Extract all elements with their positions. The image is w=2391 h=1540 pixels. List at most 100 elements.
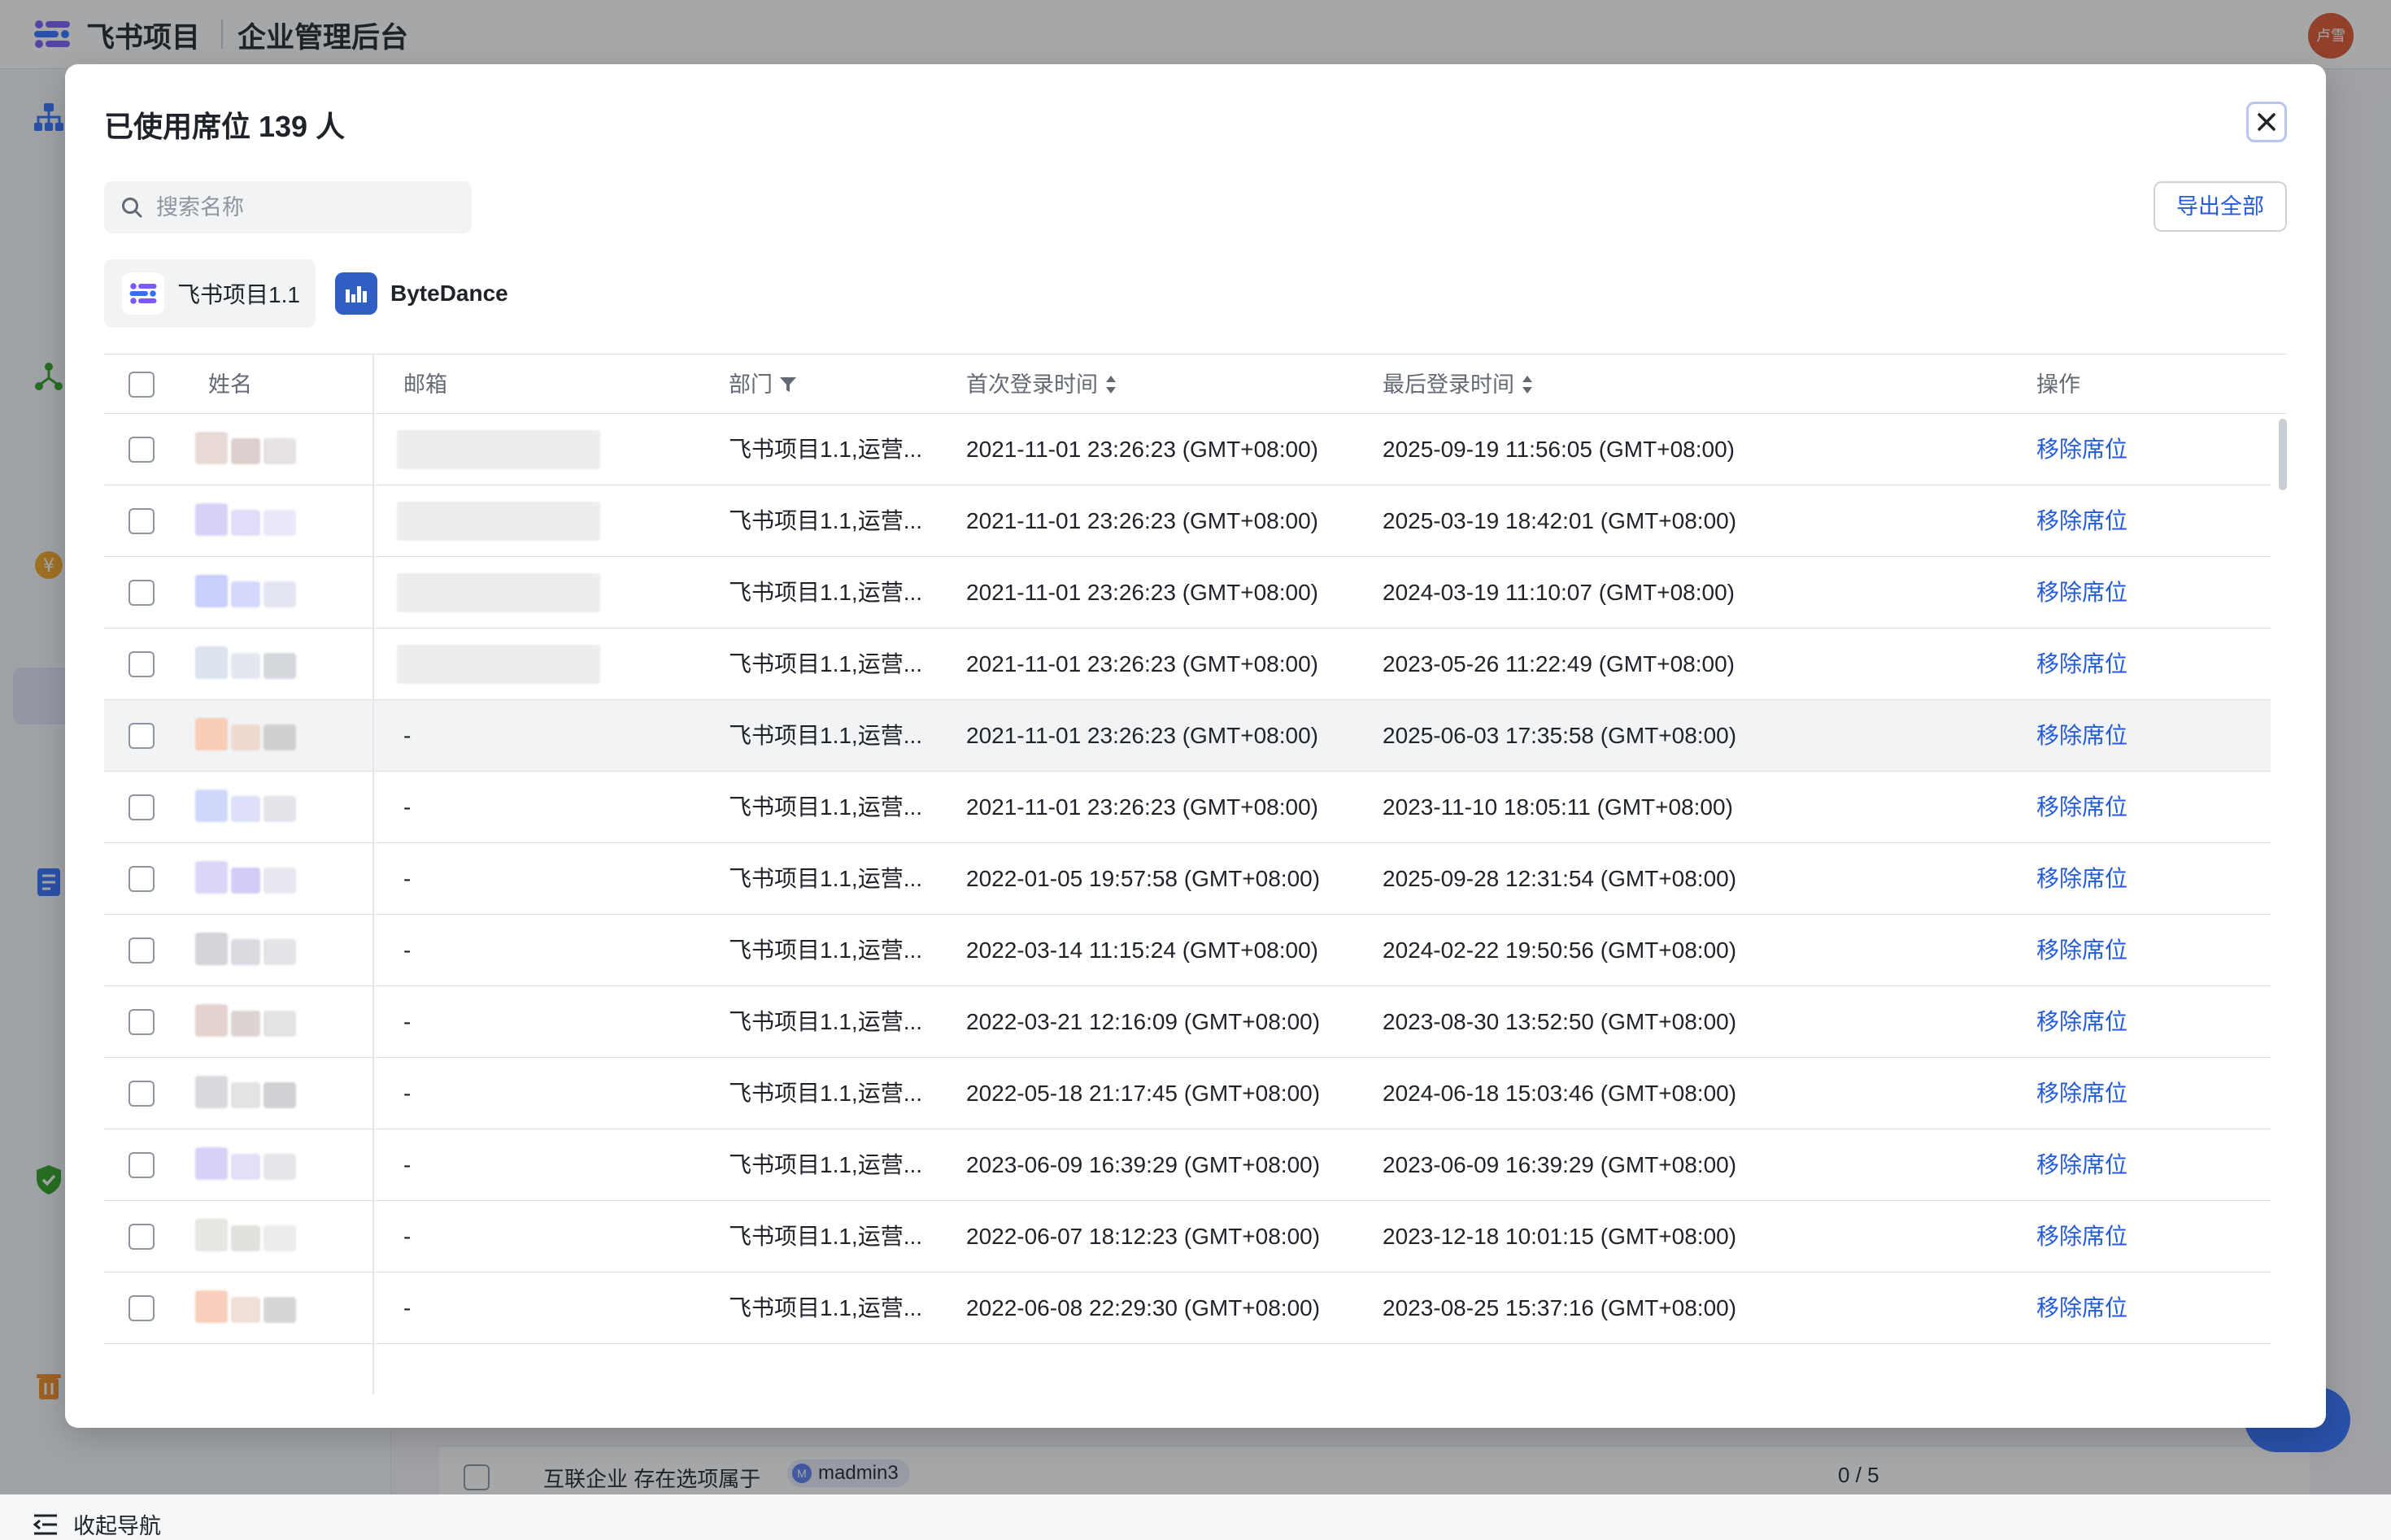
tab-bytedance[interactable]: ByteDance [335, 259, 530, 328]
export-all-button[interactable]: 导出全部 [2154, 181, 2287, 232]
first-login-cell: 2021-11-01 23:26:23 (GMT+08:00) [966, 437, 1318, 462]
last-login-cell: 2025-09-19 11:56:05 (GMT+08:00) [1383, 437, 1735, 462]
last-login-cell: 2023-08-30 13:52:50 (GMT+08:00) [1383, 1009, 1737, 1034]
avatar-placeholder [195, 1290, 228, 1323]
department-cell: 飞书项目1.1,运营... [729, 1224, 923, 1249]
avatar-placeholder [195, 575, 228, 607]
table-row[interactable]: - 飞书项目1.1,运营... 2022-03-14 11:15:24 (GMT… [104, 915, 2271, 986]
avatar-placeholder [195, 1147, 228, 1180]
table-row[interactable]: 飞书项目1.1,运营... 2021-11-01 23:26:23 (GMT+0… [104, 485, 2271, 557]
row-checkbox[interactable] [128, 437, 155, 463]
table-row[interactable]: - 飞书项目1.1,运营... 2022-05-18 21:17:45 (GMT… [104, 1058, 2271, 1129]
department-cell: 飞书项目1.1,运营... [729, 866, 923, 891]
remove-seat-button[interactable]: 移除席位 [2036, 557, 2128, 628]
remove-seat-button[interactable]: 移除席位 [2036, 843, 2128, 914]
email-cell: - [403, 1295, 412, 1320]
name-placeholder [231, 939, 260, 965]
remove-seat-button[interactable]: 移除席位 [2036, 1129, 2128, 1200]
table-row[interactable]: - 飞书项目1.1,运营... 2022-06-07 18:12:23 (GMT… [104, 1201, 2271, 1272]
email-cell: - [403, 794, 412, 820]
name-placeholder [231, 1082, 260, 1108]
table-row[interactable]: 飞书项目1.1,运营... 2021-11-01 23:26:23 (GMT+0… [104, 414, 2271, 485]
row-checkbox[interactable] [128, 1224, 155, 1250]
remove-seat-button[interactable]: 移除席位 [2036, 772, 2128, 842]
table-scrollbar[interactable] [2279, 419, 2287, 490]
table-row[interactable]: 飞书项目1.1,运营... 2021-11-01 23:26:23 (GMT+0… [104, 557, 2271, 629]
row-checkbox[interactable] [128, 723, 155, 749]
table-row[interactable]: - 飞书项目1.1,运营... 2021-11-01 23:26:23 (GMT… [104, 772, 2271, 843]
collapse-nav-button[interactable]: 收起导航 [33, 1508, 161, 1540]
bytedance-icon [335, 272, 377, 315]
remove-seat-button[interactable]: 移除席位 [2036, 915, 2128, 985]
table-row[interactable]: - 飞书项目1.1,运营... 2022-03-21 12:16:09 (GMT… [104, 986, 2271, 1058]
table-row[interactable]: - 飞书项目1.1,运营... 2022-01-05 19:57:58 (GMT… [104, 843, 2271, 915]
name-placeholder [263, 796, 296, 822]
row-checkbox[interactable] [128, 937, 155, 964]
row-checkbox[interactable] [128, 580, 155, 606]
modal-title: 已使用席位 139 人 [104, 110, 346, 143]
name-placeholder [231, 1154, 260, 1180]
department-cell: 飞书项目1.1,运营... [729, 937, 923, 963]
remove-seat-button[interactable]: 移除席位 [2036, 485, 2128, 556]
avatar-placeholder [195, 1076, 228, 1108]
row-checkbox[interactable] [128, 1009, 155, 1035]
remove-seat-button[interactable]: 移除席位 [2036, 986, 2128, 1057]
first-login-cell: 2021-11-01 23:26:23 (GMT+08:00) [966, 723, 1318, 748]
name-placeholder [263, 1082, 296, 1108]
row-checkbox[interactable] [128, 508, 155, 534]
row-checkbox[interactable] [128, 1081, 155, 1107]
email-cell: - [403, 723, 412, 748]
table-row[interactable]: - 飞书项目1.1,运营... 2023-06-09 16:39:29 (GMT… [104, 1129, 2271, 1201]
row-checkbox[interactable] [128, 651, 155, 677]
seats-table: 姓名 邮箱 部门 首次登录时间 最后登录时间 操作 飞书项目1.1,运营... … [104, 354, 2287, 1394]
name-placeholder [263, 1011, 296, 1037]
avatar-placeholder [195, 503, 228, 536]
email-placeholder [397, 502, 600, 541]
remove-seat-button[interactable]: 移除席位 [2036, 1201, 2128, 1272]
column-last-login[interactable]: 最后登录时间 [1383, 355, 1534, 415]
first-login-cell: 2021-11-01 23:26:23 (GMT+08:00) [966, 580, 1318, 605]
sort-icon[interactable] [1521, 374, 1534, 395]
remove-seat-button[interactable]: 移除席位 [2036, 629, 2128, 699]
email-cell: - [403, 937, 412, 963]
close-button[interactable] [2246, 102, 2287, 142]
first-login-cell: 2021-11-01 23:26:23 (GMT+08:00) [966, 794, 1318, 820]
email-cell: - [403, 1081, 412, 1106]
first-login-cell: 2021-11-01 23:26:23 (GMT+08:00) [966, 508, 1318, 533]
avatar-placeholder [195, 861, 228, 894]
remove-seat-button[interactable]: 移除席位 [2036, 700, 2128, 771]
name-placeholder [231, 1011, 260, 1037]
remove-seat-button[interactable]: 移除席位 [2036, 1058, 2128, 1129]
table-row[interactable]: 飞书项目1.1,运营... 2021-11-01 23:26:23 (GMT+0… [104, 629, 2271, 700]
column-department-label: 部门 [729, 372, 773, 397]
tab-feishu-project[interactable]: 飞书项目1.1 [104, 259, 316, 328]
avatar-placeholder [195, 432, 228, 464]
column-first-login[interactable]: 首次登录时间 [966, 355, 1117, 415]
row-checkbox[interactable] [128, 1295, 155, 1321]
filter-icon[interactable] [779, 376, 797, 394]
search-box[interactable] [104, 181, 472, 233]
row-checkbox[interactable] [128, 866, 155, 892]
email-cell: - [403, 1009, 412, 1034]
department-cell: 飞书项目1.1,运营... [729, 1152, 923, 1177]
remove-seat-button[interactable]: 移除席位 [2036, 1272, 2128, 1343]
name-placeholder [263, 1297, 296, 1323]
column-action: 操作 [2036, 372, 2080, 397]
column-email: 邮箱 [403, 372, 447, 397]
search-input[interactable] [155, 194, 451, 221]
sort-icon[interactable] [1104, 374, 1117, 395]
column-name: 姓名 [208, 372, 252, 397]
avatar-placeholder [195, 933, 228, 965]
table-row[interactable]: - 飞书项目1.1,运营... 2022-06-08 22:29:30 (GMT… [104, 1272, 2271, 1344]
department-cell: 飞书项目1.1,运营... [729, 580, 923, 605]
last-login-cell: 2023-08-25 15:37:16 (GMT+08:00) [1383, 1295, 1737, 1320]
select-all-checkbox[interactable] [128, 372, 155, 398]
row-checkbox[interactable] [128, 794, 155, 820]
remove-seat-button[interactable]: 移除席位 [2036, 414, 2128, 485]
avatar-placeholder [195, 790, 228, 822]
column-department[interactable]: 部门 [729, 355, 797, 415]
last-login-cell: 2023-12-18 10:01:15 (GMT+08:00) [1383, 1224, 1737, 1249]
table-row[interactable]: - 飞书项目1.1,运营... 2021-11-01 23:26:23 (GMT… [104, 700, 2271, 772]
row-checkbox[interactable] [128, 1152, 155, 1178]
first-login-cell: 2021-11-01 23:26:23 (GMT+08:00) [966, 651, 1318, 676]
